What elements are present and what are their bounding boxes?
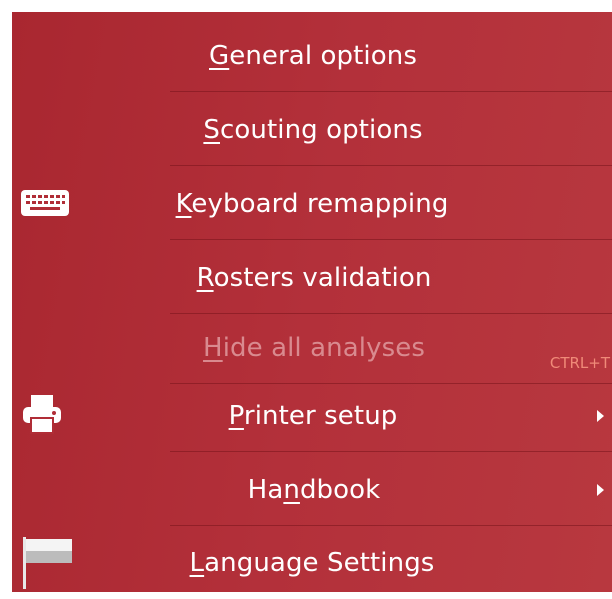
menu-item-handbook[interactable]: Handbook: [12, 454, 612, 526]
printer-icon: [20, 392, 64, 440]
menu-item-label: General options: [209, 41, 417, 71]
menu-item-scouting-options[interactable]: Scouting options: [12, 94, 612, 166]
shortcut-label: CTRL+T: [549, 354, 610, 372]
menu-item-label: Handbook: [247, 475, 381, 505]
menu-item-general-options[interactable]: General options: [12, 20, 612, 92]
keyboard-icon: [20, 188, 70, 222]
menu-item-label: Keyboard remapping: [175, 189, 449, 219]
menu-item-label: Printer setup: [228, 401, 398, 431]
menu-item-hide-all-analyses[interactable]: Hide all analyses CTRL+T: [12, 312, 612, 384]
flag-icon: [20, 535, 76, 593]
menu-item-language-settings[interactable]: Language Settings: [12, 527, 612, 599]
menu-item-printer-setup[interactable]: Printer setup: [12, 380, 612, 452]
menu-item-keyboard-remapping[interactable]: Keyboard remapping: [12, 168, 612, 240]
menu-item-label: Hide all analyses: [203, 333, 425, 363]
submenu-arrow-icon: [597, 410, 604, 422]
menu-item-rosters-validation[interactable]: Rosters validation: [12, 242, 612, 314]
options-menu: General options Scouting options Keyboar…: [12, 12, 612, 592]
menu-item-label: Language Settings: [189, 548, 435, 578]
app-frame: General options Scouting options Keyboar…: [0, 0, 612, 592]
menu-item-label: Rosters validation: [196, 263, 432, 293]
menu-item-label: Scouting options: [203, 115, 423, 145]
submenu-arrow-icon: [597, 484, 604, 496]
